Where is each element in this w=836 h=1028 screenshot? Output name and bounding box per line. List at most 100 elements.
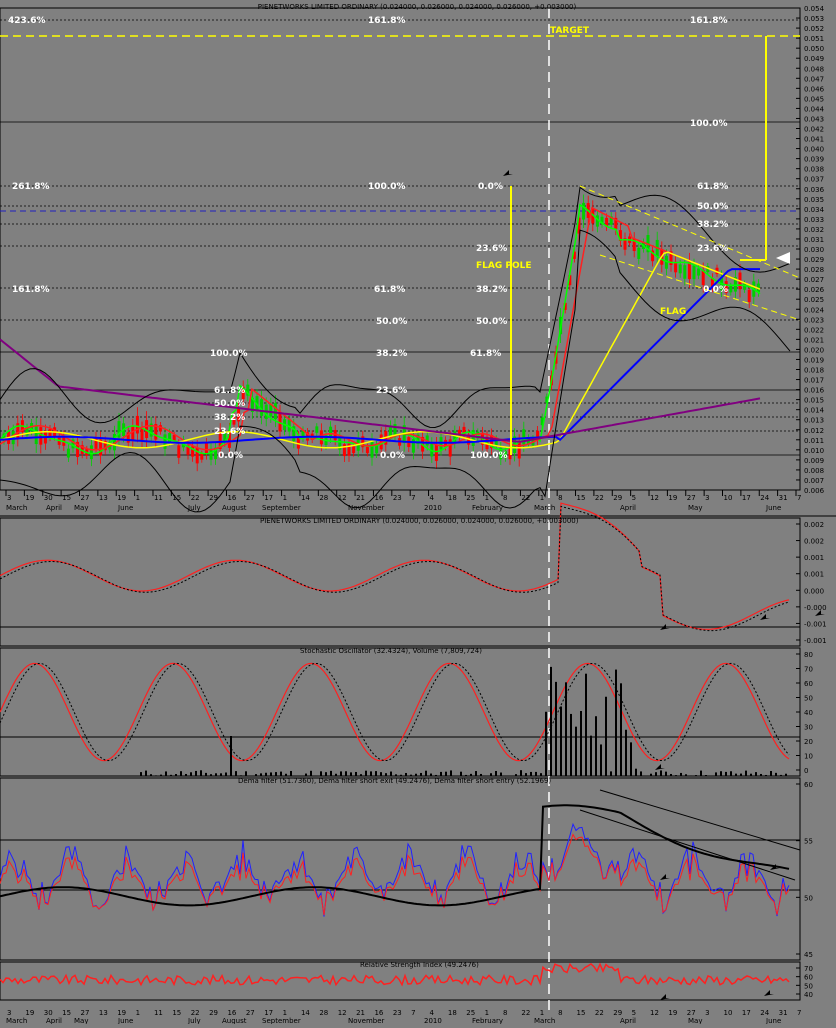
volume-bar xyxy=(260,773,262,776)
fib-label: 61.8% xyxy=(697,182,728,192)
volume-bar xyxy=(160,775,162,776)
volume-bar xyxy=(410,775,412,776)
x-tick-label-bottom: 12 xyxy=(338,1009,347,1017)
volume-bar xyxy=(255,774,257,776)
volume-bar xyxy=(355,772,357,776)
y-tick-label: 0.013 xyxy=(804,417,824,425)
volume-bar xyxy=(395,774,397,776)
fib-label: 38.2% xyxy=(697,220,728,230)
volume-bar xyxy=(245,771,247,776)
y-tick-label: 0.032 xyxy=(804,226,824,234)
volume-bar xyxy=(475,771,477,776)
arrow-black-icon xyxy=(760,614,770,620)
y-tick-label-p4: 40 xyxy=(804,991,813,999)
candle-body xyxy=(39,427,42,445)
volume-bar xyxy=(530,772,532,776)
month-label: 2010 xyxy=(424,504,442,512)
month-label: November xyxy=(348,504,385,512)
volume-bar xyxy=(490,773,492,776)
candle-body xyxy=(210,449,213,460)
volume-bar xyxy=(535,772,537,776)
candle-body xyxy=(637,248,640,259)
volume-bar xyxy=(205,773,207,776)
y-tick-label: 0.028 xyxy=(804,266,824,274)
x-tick-label-bottom: 27 xyxy=(687,1009,696,1017)
month-label: June xyxy=(765,504,781,512)
volume-bar xyxy=(630,742,632,776)
x-tick-label: 15 xyxy=(577,494,586,502)
y-tick-label-p2: 80 xyxy=(804,651,813,659)
x-tick-label: 27 xyxy=(246,494,255,502)
volume-bar xyxy=(345,771,347,776)
y-tick-label: 0.029 xyxy=(804,256,824,264)
volume-bar xyxy=(310,771,312,776)
y-tick-label-p1: -0.000 xyxy=(804,604,827,612)
candle-body xyxy=(693,266,696,280)
x-tick-label: 24 xyxy=(760,494,769,502)
y-tick-label: 0.050 xyxy=(804,45,824,53)
ma-red xyxy=(0,208,760,450)
x-tick-label-bottom: 29 xyxy=(613,1009,622,1017)
volume-bar xyxy=(560,706,562,776)
volume-bar xyxy=(265,773,267,776)
y-tick-label-p2: 40 xyxy=(804,709,813,717)
x-tick-label: 1 xyxy=(283,494,287,502)
fib-label: 23.6% xyxy=(476,244,507,254)
candle-body xyxy=(352,446,355,453)
fib-label: 61.8% xyxy=(470,349,501,359)
month-label: September xyxy=(262,504,301,512)
volume-bar xyxy=(680,773,682,776)
arrow-black-icon xyxy=(655,764,665,770)
x-tick-label-bottom: 15 xyxy=(172,1009,181,1017)
candle-body xyxy=(90,445,93,459)
month-label-bottom: June xyxy=(765,1017,781,1024)
candle-body xyxy=(200,454,203,460)
x-tick-label-bottom: 19 xyxy=(117,1009,126,1017)
x-tick-label: 29 xyxy=(209,494,218,502)
x-tick-label: 22 xyxy=(191,494,200,502)
panel-title-3: Dema filter (51.7360), Dema filter short… xyxy=(238,777,551,785)
y-tick-label: 0.038 xyxy=(804,166,824,174)
chart-canvas: 423.6%161.8%161.8%TARGET100.0%261.8%100.… xyxy=(0,0,836,1024)
candle-body xyxy=(729,286,732,292)
volume-bar xyxy=(150,774,152,776)
panel-frame-0 xyxy=(0,8,800,490)
fib-label: 50.0% xyxy=(214,399,245,409)
fib-label: 50.0% xyxy=(697,202,728,212)
volume-bar xyxy=(675,775,677,776)
volume-bar xyxy=(760,774,762,776)
y-tick-label: 0.037 xyxy=(804,176,824,184)
volume-bar xyxy=(480,774,482,776)
y-tick-label-p3: 50 xyxy=(804,894,813,902)
y-tick-label-p1: -0.001 xyxy=(804,637,827,645)
volume-bar xyxy=(615,670,617,776)
fib-label: 0.0% xyxy=(703,285,728,295)
y-tick-label-p3: 45 xyxy=(804,951,813,959)
x-tick-label: 7 xyxy=(797,494,801,502)
p2-stoch-k xyxy=(0,663,789,760)
month-label-bottom: September xyxy=(262,1017,301,1024)
candle-body xyxy=(518,442,521,458)
volume-bar xyxy=(215,773,217,776)
volume-bar xyxy=(715,772,717,776)
candle-body xyxy=(697,268,700,275)
volume-bar xyxy=(440,772,442,776)
panel-frame-2 xyxy=(0,648,800,776)
candle-body xyxy=(435,445,438,461)
volume-bar xyxy=(285,774,287,776)
volume-bar xyxy=(495,771,497,776)
x-tick-label: 19 xyxy=(668,494,677,502)
arrow-black-icon xyxy=(660,874,670,880)
month-label-bottom: November xyxy=(348,1017,385,1024)
x-tick-label-bottom: 4 xyxy=(430,1009,435,1017)
x-tick-label-bottom: 19 xyxy=(668,1009,677,1017)
volume-bar xyxy=(315,775,317,776)
ma-green xyxy=(0,205,760,454)
x-tick-label-bottom: 11 xyxy=(154,1009,163,1017)
x-tick-label: 27 xyxy=(80,494,89,502)
x-tick-label-bottom: 24 xyxy=(760,1009,769,1017)
x-tick-label: 3 xyxy=(705,494,709,502)
volume-bar xyxy=(185,774,187,776)
candle-body xyxy=(329,427,332,438)
volume-bar xyxy=(375,771,377,776)
